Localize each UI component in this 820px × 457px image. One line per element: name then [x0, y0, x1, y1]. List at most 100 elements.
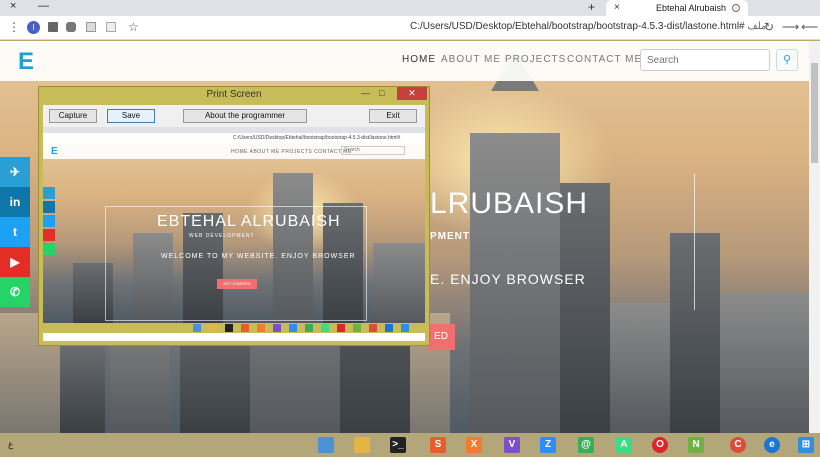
- ps-minimize-button[interactable]: —: [361, 88, 370, 98]
- zoom-icon[interactable]: Z: [532, 434, 562, 456]
- opera-icon[interactable]: O: [644, 434, 674, 456]
- mini-address-bar: C:/Users/USD/Desktop/Ebtehal/bootstrap/b…: [43, 133, 425, 143]
- mini-url: C:/Users/USD/Desktop/Ebtehal/bootstrap/b…: [233, 135, 401, 141]
- search-button[interactable]: ⚲: [776, 49, 798, 71]
- mini-navbar: E HOME ABOUT ME PROJECTS CONTACT ME Sear…: [43, 143, 425, 159]
- nav-home[interactable]: HOME: [402, 54, 436, 65]
- magnifier-icon: ⚲: [782, 54, 792, 66]
- ps-close-button[interactable]: ✕: [397, 87, 427, 100]
- mini-app-icon: [321, 324, 329, 332]
- new-tab-button[interactable]: +: [588, 0, 595, 14]
- window-minimize-button[interactable]: —: [38, 0, 49, 12]
- puzzle-extension-icon[interactable]: [66, 22, 76, 32]
- chrome-icon[interactable]: C: [722, 434, 752, 456]
- hero-welcome: E. ENJOY BROWSER: [430, 271, 586, 287]
- mini-app-icon: [353, 324, 361, 332]
- hero-subtitle: PMENT: [430, 231, 470, 242]
- mini-page: E HOME ABOUT ME PROJECTS CONTACT ME Sear…: [43, 143, 425, 323]
- page-scrollbar[interactable]: [809, 41, 820, 433]
- building: [373, 243, 425, 323]
- mini-taskbar: [43, 323, 425, 333]
- save-button[interactable]: Save: [107, 109, 155, 123]
- browser-tab[interactable]: × Ebtehal Alrubaish: [606, 0, 748, 16]
- xampp-icon[interactable]: X: [458, 434, 488, 456]
- tab-title: Ebtehal Alrubaish: [655, 3, 726, 13]
- twitter-icon[interactable]: t: [0, 217, 30, 247]
- reload-icon[interactable]: ↻: [764, 20, 774, 34]
- building: [720, 293, 809, 433]
- mini-menu: HOME ABOUT ME PROJECTS CONTACT ME: [231, 149, 352, 155]
- youtube-icon[interactable]: ▶: [0, 247, 30, 277]
- scroll-thumb[interactable]: [811, 63, 818, 163]
- menu-dots-icon[interactable]: ⋮: [8, 20, 20, 34]
- language-indicator[interactable]: ع: [8, 439, 13, 451]
- bookmark-star-icon[interactable]: ☆: [128, 20, 139, 34]
- print-screen-title: Print Screen: [206, 89, 262, 100]
- mini-get-started: GET STARTED: [217, 279, 257, 289]
- mini-app-icon: [241, 324, 249, 332]
- address-bar: ⋮ ☆ C:/Users/USD/Desktop/Ebtehal/bootstr…: [0, 16, 820, 40]
- get-started-button[interactable]: ED: [427, 324, 455, 350]
- url-path: C:/Users/USD/Desktop/Ebtehal/bootstrap/b…: [410, 21, 745, 32]
- visual-studio-icon[interactable]: V: [496, 434, 526, 456]
- mini-app-icon: [225, 324, 233, 332]
- linkedin-icon[interactable]: in: [0, 187, 30, 217]
- nav-projects[interactable]: PROJECTS: [505, 54, 566, 65]
- url-text[interactable]: C:/Users/USD/Desktop/Ebtehal/bootstrap/b…: [410, 21, 766, 32]
- mini-app-icon: [209, 324, 217, 332]
- edge-icon[interactable]: e: [756, 434, 786, 456]
- globe-app-icon[interactable]: @: [570, 434, 600, 456]
- browser-titlebar: × — + × Ebtehal Alrubaish: [0, 0, 820, 16]
- site-logo[interactable]: E: [18, 48, 34, 76]
- window-close-button[interactable]: ×: [10, 0, 16, 12]
- sublime-text-icon[interactable]: S: [422, 434, 452, 456]
- mini-hero-welcome: WELCOME TO MY WEBSITE. ENJOY BROWSER: [161, 253, 356, 260]
- mini-linkedin-icon: [43, 201, 55, 213]
- tab-favicon-icon: [732, 4, 740, 12]
- mini-telegram-icon: [43, 187, 55, 199]
- file-explorer-window-icon[interactable]: [310, 434, 340, 456]
- terminal-icon[interactable]: >_: [382, 434, 412, 456]
- mini-app-icon: [369, 324, 377, 332]
- mini-search: Search: [341, 146, 405, 155]
- back-icon[interactable]: ⟵: [801, 20, 818, 34]
- forward-icon[interactable]: ⟶: [782, 20, 799, 34]
- mini-app-icon: [273, 324, 281, 332]
- mini-app-icon: [385, 324, 393, 332]
- extension-page-icon[interactable]: [106, 22, 116, 32]
- mini-twitter-icon: [43, 215, 55, 227]
- mini-app-icon: [193, 324, 201, 332]
- windows-start-icon[interactable]: ⊞: [790, 434, 820, 456]
- mini-logo: E: [51, 146, 58, 157]
- profile-avatar[interactable]: I: [27, 21, 40, 34]
- mini-app-icon: [305, 324, 313, 332]
- tab-close-icon[interactable]: ×: [614, 2, 620, 13]
- capture-button[interactable]: Capture: [49, 109, 97, 123]
- notepad-icon[interactable]: N: [680, 434, 710, 456]
- telegram-icon[interactable]: ✈: [0, 157, 30, 187]
- capture-preview: C:/Users/USD/Desktop/Ebtehal/bootstrap/b…: [43, 127, 425, 341]
- nav-contact[interactable]: CONTACT ME: [567, 54, 642, 65]
- android-studio-icon[interactable]: A: [608, 434, 638, 456]
- mini-app-icon: [401, 324, 409, 332]
- about-programmer-button[interactable]: About the programmer: [183, 109, 307, 123]
- extension-doc-icon[interactable]: [86, 22, 96, 32]
- ps-maximize-button[interactable]: □: [379, 88, 384, 98]
- windows-taskbar: ع >_ S X V Z @ A O N C e ⊞: [0, 433, 820, 457]
- print-screen-window: Print Screen — □ ✕ Capture Save About th…: [38, 86, 430, 346]
- mini-app-icon: [289, 324, 297, 332]
- site-search-input[interactable]: [640, 49, 770, 71]
- nav-about[interactable]: ABOUT ME: [441, 54, 501, 65]
- exit-button[interactable]: Exit: [369, 109, 417, 123]
- mini-hero-title: EBTEHAL ALRUBAISH: [157, 213, 341, 230]
- mini-hero-sub: WEB DEVELOPMENT: [189, 233, 255, 239]
- file-explorer-icon[interactable]: [346, 434, 376, 456]
- building: [610, 303, 670, 433]
- extension-list-icon[interactable]: [48, 22, 58, 32]
- building: [60, 343, 105, 433]
- mini-whatsapp-icon: [43, 243, 55, 255]
- hero-title: LRUBAISH: [430, 187, 589, 220]
- whatsapp-icon[interactable]: ✆: [0, 277, 30, 307]
- ps-toolbar: Capture Save About the programmer Exit: [43, 105, 425, 127]
- mini-app-icon: [257, 324, 265, 332]
